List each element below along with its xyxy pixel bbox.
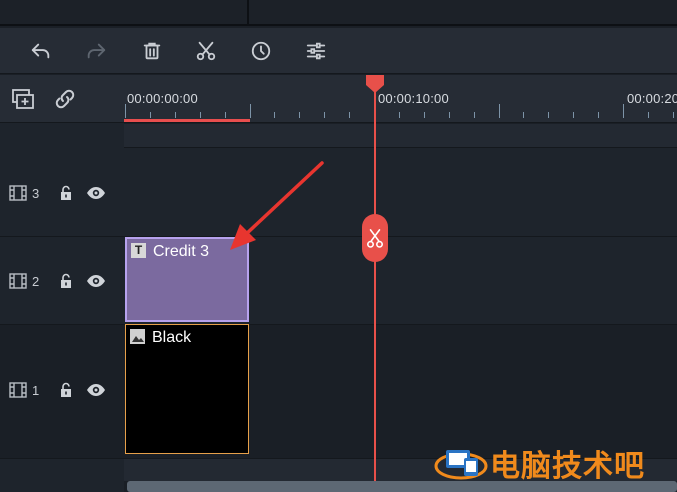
ruler-tick bbox=[299, 112, 301, 118]
ruler-tick bbox=[548, 112, 550, 118]
image-type-icon bbox=[130, 329, 145, 344]
watermark: 电脑技术吧 bbox=[434, 442, 645, 484]
title-clip[interactable]: T Credit 3 bbox=[125, 237, 249, 322]
adjust-icon bbox=[306, 42, 326, 60]
track-number: 2 bbox=[32, 274, 40, 289]
track-number: 3 bbox=[32, 186, 40, 201]
ruler-tick bbox=[672, 112, 674, 118]
ruler-tick bbox=[523, 112, 525, 118]
eye-icon[interactable] bbox=[86, 185, 106, 201]
eye-icon[interactable] bbox=[86, 382, 106, 398]
redo-button[interactable] bbox=[83, 38, 109, 64]
lock-open-icon[interactable] bbox=[58, 185, 74, 201]
film-icon bbox=[9, 273, 27, 289]
undo-icon bbox=[31, 43, 50, 59]
track-header-2: 2 bbox=[0, 237, 124, 325]
video-editor-timeline: 3 2 1 00:00:00:00 00:00:10:00 00:00:20 T… bbox=[0, 0, 677, 492]
ruler-tick bbox=[598, 112, 600, 118]
panel-divider[interactable] bbox=[247, 0, 249, 26]
lock-open-icon[interactable] bbox=[58, 382, 74, 398]
lane-spacer bbox=[124, 124, 677, 148]
ruler-tick bbox=[623, 104, 624, 118]
playhead-line[interactable] bbox=[374, 86, 376, 486]
ruler-tick bbox=[199, 112, 201, 118]
cut-icon bbox=[196, 41, 216, 61]
track-header-toolbar bbox=[0, 75, 124, 123]
link-button[interactable] bbox=[52, 86, 78, 112]
playhead-handle[interactable] bbox=[366, 75, 384, 93]
split-scissor-button[interactable] bbox=[362, 214, 388, 262]
ruler-tick bbox=[473, 112, 475, 118]
ruler-tick bbox=[174, 112, 176, 118]
clip-label: Credit 3 bbox=[153, 243, 210, 260]
ruler-tick bbox=[448, 112, 450, 118]
ruler-tick bbox=[149, 112, 151, 118]
preview-panel-edge bbox=[0, 0, 677, 26]
timecode-label: 00:00:10:00 bbox=[378, 91, 449, 106]
timecode-label: 00:00:20 bbox=[627, 91, 677, 106]
adjust-button[interactable] bbox=[303, 38, 329, 64]
add-track-icon bbox=[12, 89, 34, 109]
timeline-toolbar bbox=[0, 28, 677, 74]
redo-icon bbox=[87, 43, 106, 59]
delete-button[interactable] bbox=[139, 38, 165, 64]
ruler-tick bbox=[423, 112, 425, 118]
speed-icon bbox=[251, 41, 271, 61]
watermark-text: 电脑技术吧 bbox=[490, 449, 645, 484]
text-type-icon: T bbox=[131, 243, 146, 258]
link-icon bbox=[55, 89, 75, 109]
timecode-label: 00:00:00:00 bbox=[127, 91, 198, 106]
film-icon bbox=[9, 382, 27, 398]
scissors-icon bbox=[366, 229, 384, 248]
timeline-ruler[interactable]: 00:00:00:00 00:00:10:00 00:00:20 bbox=[124, 75, 677, 123]
add-track-button[interactable] bbox=[10, 86, 36, 112]
watermark-logo-icon bbox=[434, 450, 488, 480]
undo-button[interactable] bbox=[28, 38, 54, 64]
lock-open-icon[interactable] bbox=[58, 273, 74, 289]
cut-button[interactable] bbox=[193, 38, 219, 64]
ruler-tick bbox=[349, 112, 351, 118]
track-header-3: 3 bbox=[0, 148, 124, 237]
ruler-tick bbox=[224, 112, 226, 118]
eye-icon[interactable] bbox=[86, 273, 106, 289]
track-lane-3[interactable] bbox=[124, 148, 677, 237]
track-number: 1 bbox=[32, 383, 40, 398]
ruler-tick bbox=[274, 112, 276, 118]
track-header-1: 1 bbox=[0, 325, 124, 459]
ruler-tick bbox=[573, 112, 575, 118]
delete-icon bbox=[143, 42, 161, 60]
ruler-tick bbox=[125, 104, 126, 118]
ruler-selection-bar bbox=[124, 119, 250, 122]
speed-button[interactable] bbox=[248, 38, 274, 64]
image-clip[interactable]: Black bbox=[125, 324, 249, 454]
ruler-tick bbox=[324, 112, 326, 118]
ruler-tick bbox=[398, 112, 400, 118]
track-header-column: 3 2 1 bbox=[0, 75, 124, 492]
ruler-tick bbox=[647, 112, 649, 118]
ruler-tick bbox=[249, 104, 251, 118]
film-icon bbox=[9, 185, 27, 201]
clip-label: Black bbox=[152, 329, 192, 346]
ruler-tick bbox=[498, 104, 500, 118]
